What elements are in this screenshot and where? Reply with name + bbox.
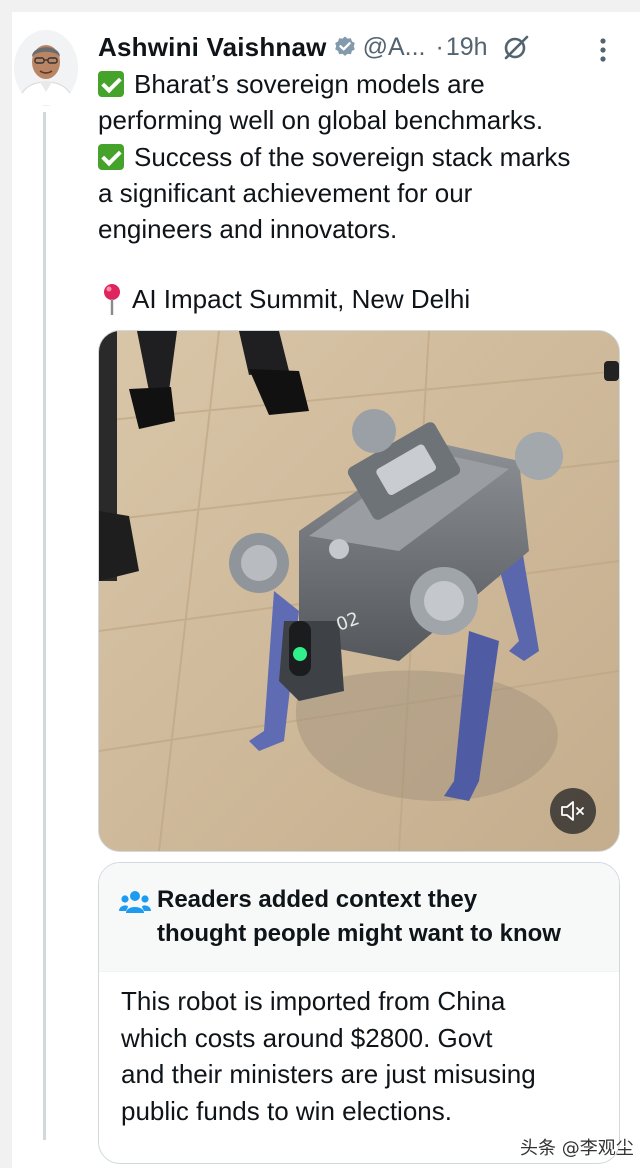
post-time[interactable]: 19h [446, 33, 488, 62]
location-text: AI Impact Summit, New Delhi [132, 283, 471, 314]
people-icon [119, 891, 151, 913]
video-frame: 02 [99, 331, 619, 851]
community-note[interactable]: Readers added context they thought peopl… [98, 862, 620, 1164]
community-note-text: This robot is imported from China which … [121, 983, 601, 1129]
location-line: AI Impact Summit, New Delhi [100, 282, 470, 316]
watermark: 头条 @李观尘 [520, 1138, 634, 1159]
post-text-line: Success of the sovereign stack marks [98, 139, 628, 175]
check-mark-icon [98, 143, 124, 170]
community-note-title: Readers added context they thought peopl… [157, 883, 607, 951]
post-text-line: a significant achievement for our [98, 175, 628, 211]
author-handle[interactable]: @A... [363, 33, 426, 62]
video-player[interactable]: 02 [98, 330, 620, 852]
avatar[interactable] [14, 30, 78, 106]
screenshot-frame-left [0, 0, 12, 1168]
post-text-segment: Bharat’s sovereign models are [134, 69, 485, 99]
community-note-text-line: which costs around $2800. Govt [121, 1022, 493, 1053]
screenshot-frame-top [0, 0, 640, 12]
verified-badge-icon [334, 36, 355, 56]
post-text-segment: engineers and innovators. [98, 214, 398, 245]
more-options-icon[interactable] [592, 36, 614, 64]
post-text-segment: a significant achievement for our [98, 177, 473, 208]
post-text-line: Bharat’s sovereign models are [98, 66, 628, 102]
mute-button[interactable] [550, 788, 596, 834]
post-text-line: engineers and innovators. [98, 211, 628, 247]
check-mark-icon [98, 71, 124, 98]
thread-line [43, 112, 46, 1140]
community-note-text-line: and their ministers are just misusing [121, 1059, 536, 1089]
separator-dot: · [435, 32, 444, 61]
author-name[interactable]: Ashwini Vaishnaw [98, 32, 327, 63]
community-note-text-line: This robot is imported from China [121, 986, 506, 1016]
community-note-header: Readers added context they thought peopl… [99, 863, 619, 972]
grok-icon[interactable] [502, 33, 530, 61]
post-text-segment: performing well on global benchmarks. [98, 105, 544, 136]
community-note-title-line: thought people might want to know [157, 920, 561, 947]
post-text: Bharat’s sovereign models are performing… [98, 66, 628, 247]
location-pin-icon [104, 284, 120, 315]
community-note-text-line: public funds to win elections. [121, 1095, 452, 1126]
post-text-segment: Success of the sovereign stack marks [134, 141, 571, 172]
muted-speaker-icon [561, 801, 584, 821]
community-note-title-line: Readers added context they [157, 886, 478, 913]
post-header: Ashwini Vaishnaw @A... · 19h [98, 30, 628, 64]
post-text-line: performing well on global benchmarks. [98, 102, 628, 138]
